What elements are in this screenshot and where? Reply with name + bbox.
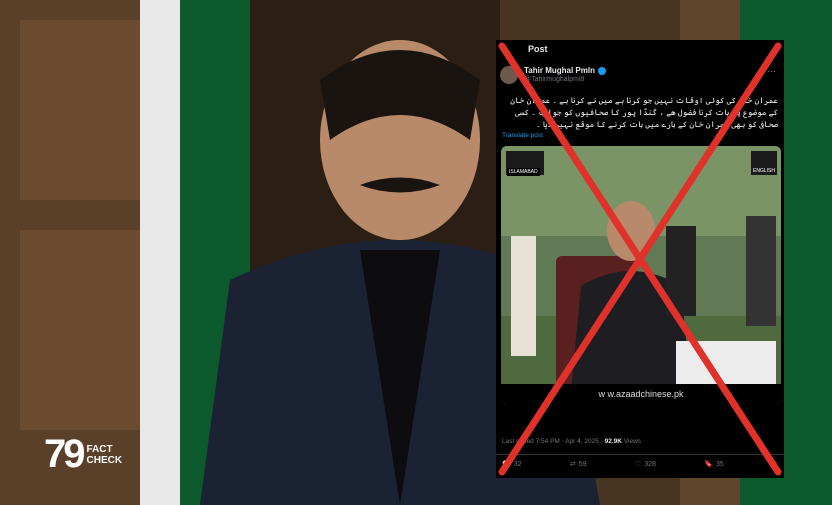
post-topbar: ← Post xyxy=(496,40,784,58)
repost-count: 59 xyxy=(578,460,587,468)
bookmark-icon: 🔖 xyxy=(704,461,713,468)
avatar[interactable] xyxy=(500,66,518,84)
social-post-card: ← Post Tahir Mughal Pmln @Tahirmughalpml… xyxy=(496,40,784,478)
verified-badge-icon xyxy=(597,66,606,75)
video-frame xyxy=(501,146,781,404)
post-timestamp: Last edited 7:54 PM · Apr 4, 2025 · xyxy=(502,438,603,445)
media-watermark: w w.azaadchinese.pk xyxy=(501,384,781,404)
like-button[interactable]: ♡ 328 xyxy=(634,460,656,469)
post-body-text: عمران خان کی کوئی اوقات نہیں جو کرنا ہے … xyxy=(510,96,778,129)
author-name[interactable]: Tahir Mughal Pmln xyxy=(524,66,595,75)
post-media-video[interactable]: ISLAMABAD ENGLISH w w.azaadchinese.pk xyxy=(501,146,781,404)
more-options-icon[interactable]: ⋯ xyxy=(767,66,776,77)
share-button[interactable]: ⇪ xyxy=(772,460,778,468)
post-actions: 💬 32 ⇄ 59 ♡ 328 🔖 35 ⇪ xyxy=(502,460,778,469)
share-icon: ⇪ xyxy=(772,461,778,468)
post-header-title: Post xyxy=(528,44,548,54)
logo-text: FACT CHECK xyxy=(87,444,123,466)
author-handle[interactable]: @Tahirmughalpml8 xyxy=(524,76,606,83)
logo-text-check: CHECK xyxy=(86,454,123,466)
heart-icon: ♡ xyxy=(634,461,642,468)
back-arrow-icon[interactable]: ← xyxy=(502,44,516,54)
divider xyxy=(496,454,784,455)
logo-number: 79 xyxy=(44,432,85,476)
factcheck-logo: 79 FACT CHECK xyxy=(44,432,122,477)
bookmark-count: 35 xyxy=(715,460,724,468)
translate-post-link[interactable]: Translate post xyxy=(502,132,543,139)
reply-count: 32 xyxy=(513,460,522,468)
reply-button[interactable]: 💬 32 xyxy=(502,460,522,469)
post-meta: Last edited 7:54 PM · Apr 4, 2025 · 92.9… xyxy=(502,438,641,445)
post-views-label: Views xyxy=(623,438,642,445)
bookmark-button[interactable]: 🔖 35 xyxy=(704,460,724,469)
post-author[interactable]: Tahir Mughal Pmln @Tahirmughalpml8 xyxy=(500,66,606,84)
post-views-count: 92.9K xyxy=(604,438,622,445)
reply-icon: 💬 xyxy=(502,461,511,468)
logo-text-fact: FACT xyxy=(86,443,113,455)
repost-icon: ⇄ xyxy=(569,461,576,468)
repost-button[interactable]: ⇄ 59 xyxy=(569,460,587,469)
media-language-tag: ENGLISH xyxy=(753,168,775,174)
like-count: 328 xyxy=(644,460,656,468)
media-location-tag: ISLAMABAD xyxy=(507,168,540,176)
